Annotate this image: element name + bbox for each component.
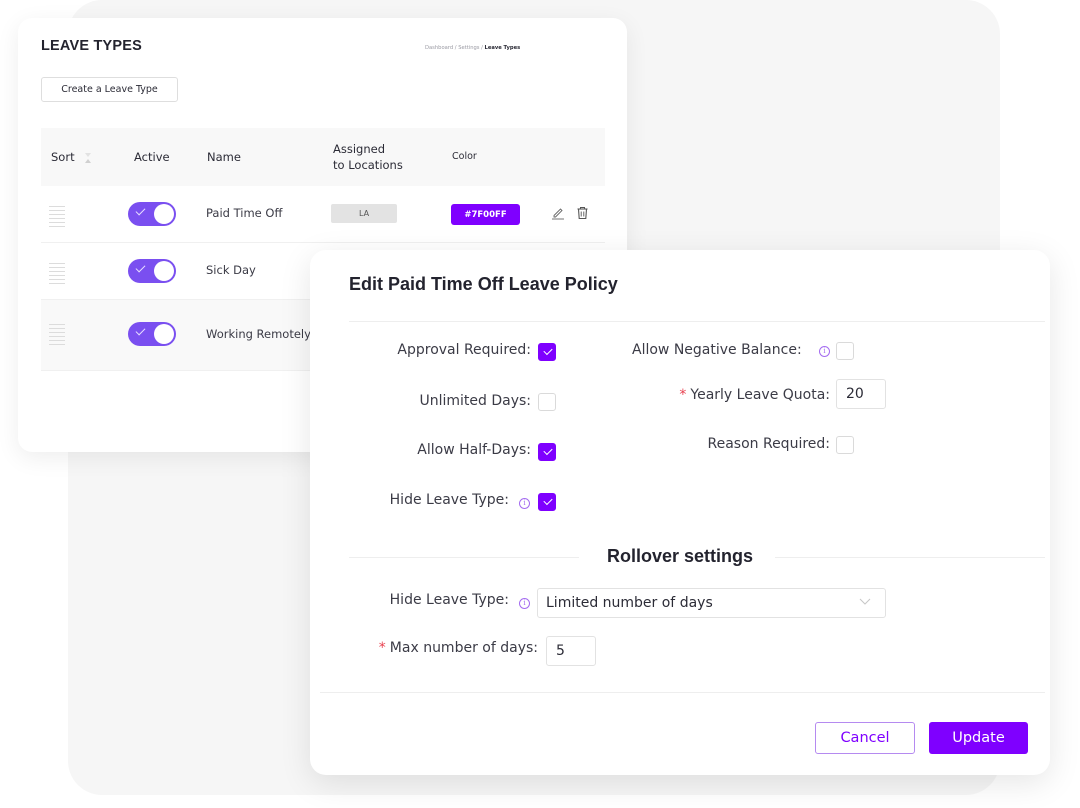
cancel-button[interactable]: Cancel: [815, 722, 915, 754]
update-button[interactable]: Update: [929, 722, 1028, 754]
allow-half-days-checkbox[interactable]: [538, 443, 556, 461]
max-days-input[interactable]: 5: [546, 636, 596, 666]
leave-type-name: Paid Time Off: [206, 206, 283, 220]
max-days-label: * Max number of days:: [379, 640, 538, 656]
info-icon[interactable]: i: [519, 498, 530, 509]
breadcrumb-dashboard[interactable]: Dashboard: [425, 45, 453, 51]
location-badge: LA: [331, 204, 397, 223]
rollover-settings-title: Rollover settings: [606, 546, 754, 566]
chevron-down-icon: [859, 598, 871, 605]
rollover-type-value: Limited number of days: [546, 595, 713, 611]
edit-icon[interactable]: [551, 206, 565, 220]
approval-required-label: Approval Required:: [397, 342, 531, 358]
max-days-text: Max number of days:: [389, 640, 538, 656]
unlimited-days-label: Unlimited Days:: [419, 393, 531, 409]
table-row: Paid Time Off LA #7F00FF: [41, 186, 605, 243]
column-assigned-line2: to Locations: [333, 158, 403, 172]
leave-type-name: Sick Day: [206, 263, 256, 277]
hide-leave-type-checkbox[interactable]: [538, 493, 556, 511]
color-badge: #7F00FF: [451, 204, 520, 225]
column-name: Name: [207, 150, 241, 164]
rollover-type-select[interactable]: Limited number of days: [537, 588, 886, 618]
allow-negative-balance-checkbox[interactable]: [836, 342, 854, 360]
drag-handle-icon[interactable]: [49, 263, 65, 287]
column-active: Active: [134, 150, 170, 164]
active-toggle[interactable]: [128, 322, 176, 346]
info-icon[interactable]: i: [519, 598, 530, 609]
allow-negative-balance-label: Allow Negative Balance:: [632, 342, 802, 358]
breadcrumb: Dashboard / Settings / Leave Types: [425, 45, 520, 51]
breadcrumb-current: Leave Types: [484, 45, 521, 51]
allow-half-days-label: Allow Half-Days:: [417, 442, 531, 458]
active-toggle[interactable]: [128, 202, 176, 226]
hide-leave-type-label: Hide Leave Type:: [389, 492, 509, 508]
divider: [349, 321, 1045, 322]
drag-handle-icon[interactable]: [49, 324, 65, 348]
rollover-type-label: Hide Leave Type:: [389, 592, 509, 608]
edit-leave-policy-modal: Edit Paid Time Off Leave Policy Approval…: [310, 250, 1050, 775]
info-icon[interactable]: i: [819, 346, 830, 357]
delete-icon[interactable]: [576, 206, 589, 220]
column-color: Color: [452, 151, 477, 162]
drag-handle-icon[interactable]: [49, 206, 65, 230]
modal-title: Edit Paid Time Off Leave Policy: [349, 274, 618, 294]
required-marker: *: [679, 387, 687, 403]
required-marker: *: [378, 640, 386, 656]
divider: [320, 692, 1045, 693]
table-header: Sort Active Name Assigned to Locations C…: [41, 128, 605, 186]
reason-required-checkbox[interactable]: [836, 436, 854, 454]
yearly-leave-quota-text: Yearly Leave Quota:: [690, 387, 830, 403]
sort-icon[interactable]: [84, 152, 92, 164]
leave-type-name: Working Remotely: [206, 327, 311, 341]
active-toggle[interactable]: [128, 259, 176, 283]
create-leave-type-button[interactable]: Create a Leave Type: [41, 77, 178, 102]
column-assigned-line1: Assigned: [333, 142, 386, 156]
yearly-leave-quota-input[interactable]: 20: [836, 379, 886, 409]
column-sort[interactable]: Sort: [51, 150, 75, 164]
unlimited-days-checkbox[interactable]: [538, 393, 556, 411]
check-icon: [135, 205, 146, 216]
breadcrumb-settings[interactable]: Settings: [458, 45, 479, 51]
reason-required-label: Reason Required:: [707, 436, 831, 452]
page-title: LEAVE TYPES: [41, 38, 143, 54]
check-icon: [135, 262, 146, 273]
check-icon: [135, 325, 146, 336]
approval-required-checkbox[interactable]: [538, 343, 556, 361]
yearly-leave-quota-label: * Yearly Leave Quota:: [679, 387, 830, 403]
